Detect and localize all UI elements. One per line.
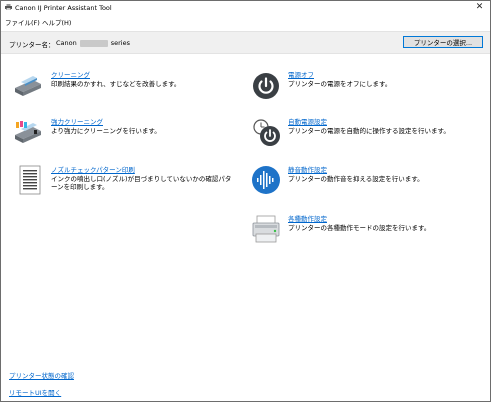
nozzle-check-link[interactable]: ノズルチェックパターン印刷 — [51, 164, 135, 174]
custom-settings-link[interactable]: 各種動作設定 — [288, 213, 327, 223]
select-printer-button[interactable]: プリンターの選択... — [403, 36, 483, 48]
power-off-link[interactable]: 電源オフ — [288, 69, 314, 79]
deep-cleaning-icon[interactable] — [13, 117, 43, 147]
menu-file[interactable]: ファイル(F) — [5, 17, 40, 27]
printer-name-value: Canon series — [56, 39, 130, 47]
nozzle-check-pattern-icon[interactable] — [15, 165, 45, 195]
title-bar: Canon IJ Printer Assistant Tool ✕ — [1, 1, 490, 14]
deep-cleaning-desc: より強力にクリーニングを行います。 — [51, 127, 161, 135]
power-off-desc: プリンターの電源をオフにします。 — [288, 80, 392, 88]
printer-model-blurred — [79, 39, 108, 47]
nozzle-check-desc: インクの噴出し口(ノズル)が目づまりしていないかの確認パターンを印刷します。 — [51, 175, 232, 191]
printer-name-prefix: Canon — [56, 39, 77, 47]
window-title: Canon IJ Printer Assistant Tool — [15, 4, 112, 12]
deep-cleaning-link[interactable]: 強力クリーニング — [51, 116, 103, 126]
power-icon[interactable] — [251, 71, 281, 101]
menu-help[interactable]: ヘルプ(H) — [42, 17, 71, 27]
printer-bar: プリンター名： Canon series プリンターの選択... — [1, 31, 490, 54]
cleaning-desc: 印刷結果のかすれ、すじなどを改善します。 — [51, 80, 181, 88]
app-icon — [5, 4, 12, 10]
menu-bar: ファイル(F) ヘルプ(H) — [1, 15, 490, 27]
custom-settings-desc: プリンターの各種動作モードの設定を行います。 — [288, 224, 431, 232]
printer-settings-icon[interactable] — [251, 214, 281, 244]
printer-status-link[interactable]: プリンター状態の確認 — [9, 370, 74, 380]
auto-power-link[interactable]: 自動電源設定 — [288, 116, 327, 126]
auto-power-icon[interactable] — [251, 117, 281, 147]
cleaning-icon[interactable] — [13, 70, 43, 100]
auto-power-desc: プリンターの電源を自動的に操作する設定を行います。 — [288, 127, 450, 135]
quiet-mode-desc: プリンターの動作音を抑える設定を行います。 — [288, 175, 424, 183]
main-window: Canon IJ Printer Assistant Tool ✕ ファイル(F… — [0, 0, 491, 402]
close-button[interactable]: ✕ — [469, 1, 490, 14]
printer-name-suffix: series — [110, 39, 130, 47]
cleaning-link[interactable]: クリーニング — [51, 69, 90, 79]
printer-name-label: プリンター名： — [9, 41, 55, 49]
quiet-mode-icon[interactable] — [251, 165, 281, 195]
remote-ui-link[interactable]: リモートUIを開く — [9, 387, 61, 397]
quiet-mode-link[interactable]: 静音動作設定 — [288, 164, 327, 174]
